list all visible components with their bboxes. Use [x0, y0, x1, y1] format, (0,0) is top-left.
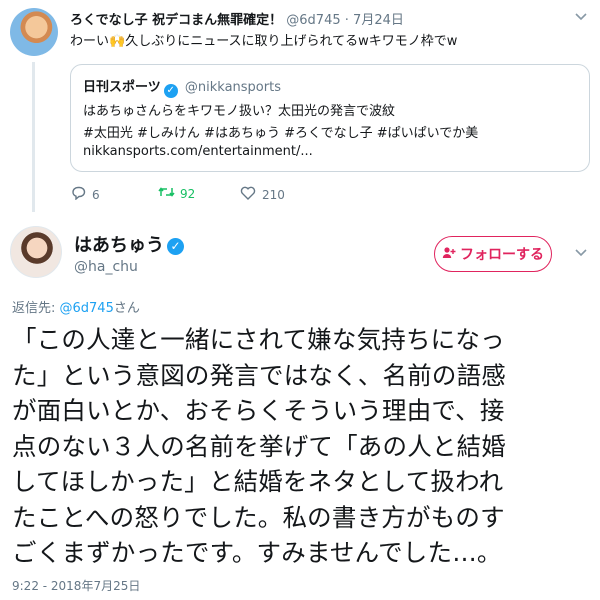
retweet-icon	[158, 186, 175, 202]
tweet-body-line: た」という意図の発言ではなく、名前の語感	[12, 360, 506, 390]
tweet-timestamp[interactable]: 9:22 - 2018年7月25日	[12, 577, 140, 594]
quoted-hashtags-line: #太田光 #しみけん #はあちゅう #ろくでなし子 #ぱいぱいでか美	[83, 126, 479, 141]
reply-count: 6	[92, 188, 100, 202]
chevron-down-icon[interactable]	[574, 10, 588, 24]
quoted-tweet-card[interactable]: 日刊スポーツ ✓ @nikkansports はあちゅさんらをキワモノ扱い？太田光…	[70, 64, 590, 172]
avatar[interactable]	[10, 8, 58, 56]
display-name-text: はあちゅう	[74, 235, 164, 256]
tweet-body: 「この人達と一緒にされて嫌な気持ちになっ た」という意図の発言ではなく、名前の語…	[12, 322, 592, 571]
quoted-link-line: nikkansports.com/entertainment/...	[83, 144, 313, 159]
quoted-tweet-header: 日刊スポーツ ✓ @nikkansports	[83, 76, 281, 98]
reply-mention-link[interactable]: @6d745	[60, 301, 114, 316]
tweet-text-part: わーい	[70, 34, 110, 49]
display-name[interactable]: ろくでなし子 祝デコまん無罪確定！	[70, 13, 282, 28]
raised-hands-icon: 🙌	[109, 34, 126, 49]
tweet-text-part: 久しぶりにニュースに取り上げられてるwキワモノ枠でw	[125, 34, 458, 49]
tweet-body-line: 点のない３人の名前を挙げて「あの人と結婚	[12, 431, 506, 461]
display-name[interactable]: はあちゅう ✓	[74, 231, 187, 257]
reply-suffix: さん	[113, 301, 140, 316]
tweet-body-line: ごくまずかったです。すみませんでした…。	[12, 538, 502, 567]
reply-icon	[70, 186, 86, 204]
avatar[interactable]	[10, 226, 62, 278]
tweet-body-line: が面白いとか、おそらくそういう理由で、接	[12, 396, 505, 425]
tweet-text: わーい🙌久しぶりにニュースに取り上げられてるwキワモノ枠でw	[70, 30, 457, 49]
heart-icon	[240, 186, 256, 204]
retweet-button[interactable]: 92	[158, 186, 195, 202]
handle[interactable]: @ha_chu	[74, 259, 138, 275]
tweet-body-line: してほしかった」と結婚をネタとして扱われ	[12, 467, 504, 496]
reply-button[interactable]: 6	[70, 186, 100, 204]
tweet-date[interactable]: 7月24日	[353, 13, 404, 28]
handle[interactable]: @6d745	[286, 13, 340, 28]
quoted-display-name: 日刊スポーツ	[83, 80, 161, 95]
tweet-body-line: たことへの怒りでした。私の書き方がものす	[12, 502, 505, 532]
separator-dot: ·	[344, 13, 349, 28]
parent-tweet-header: ろくでなし子 祝デコまん無罪確定！ @6d745 · 7月24日	[70, 9, 404, 28]
quoted-handle: @nikkansports	[184, 80, 281, 95]
retweet-count: 92	[180, 187, 196, 201]
person-plus-icon	[442, 246, 456, 263]
follow-label: フォローする	[460, 247, 544, 263]
verified-badge-icon: ✓	[167, 238, 184, 255]
quoted-text-line: はあちゅさんらをキワモノ扱い？太田光の発言で波紋	[83, 104, 396, 119]
follow-button[interactable]: フォローする	[434, 236, 552, 272]
reply-prefix: 返信先:	[12, 301, 60, 316]
like-count: 210	[262, 188, 285, 202]
parent-tweet[interactable]: ろくでなし子 祝デコまん無罪確定！ @6d745 · 7月24日 わーい🙌久しぶ…	[0, 0, 600, 218]
like-button[interactable]: 210	[240, 186, 285, 204]
tweet-body-line: 「この人達と一緒にされて嫌な気持ちになっ	[12, 325, 505, 354]
verified-badge-icon: ✓	[163, 84, 178, 98]
chevron-down-icon[interactable]	[574, 246, 588, 260]
reply-to-line: 返信先: @6d745さん	[12, 297, 140, 316]
